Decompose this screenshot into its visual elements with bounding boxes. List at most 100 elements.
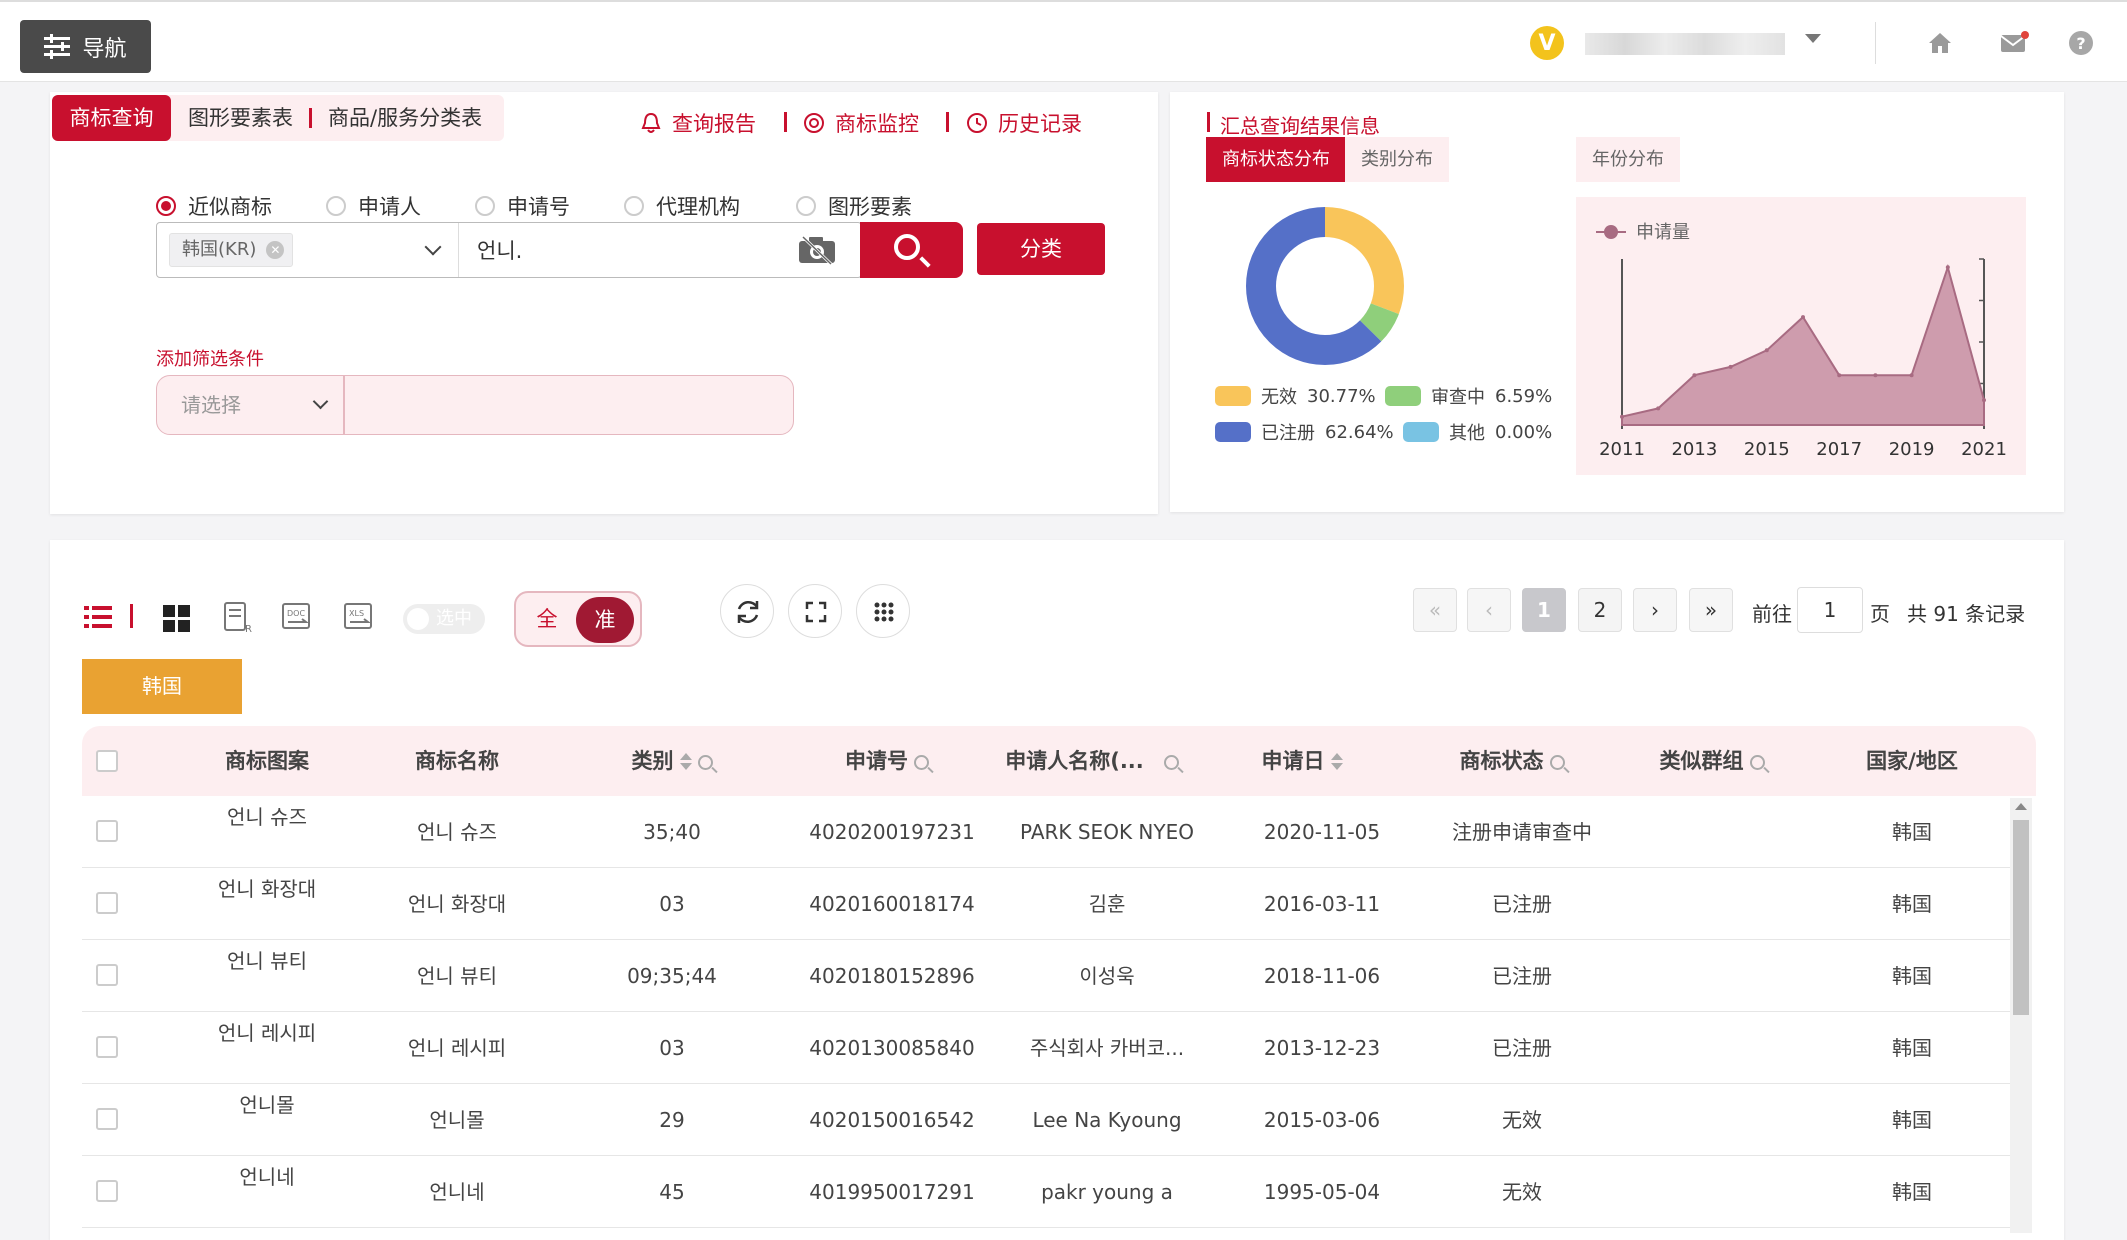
- help-icon[interactable]: ?: [2066, 28, 2096, 58]
- trademark-image-cell[interactable]: 언니몰: [162, 1084, 372, 1156]
- mail-icon[interactable]: [1998, 28, 2029, 58]
- col-header-similar-group[interactable]: 类似群组: [1612, 726, 1812, 796]
- search-icon[interactable]: [1549, 754, 1565, 770]
- user-dropdown-caret-icon[interactable]: [1805, 34, 1821, 43]
- application-number-cell: 4020150016542: [809, 1108, 975, 1132]
- data-point-2015[interactable]: [1764, 348, 1769, 353]
- prev-page-button[interactable]: ‹: [1467, 588, 1511, 632]
- country-select[interactable]: 韩国(KR) ✕: [157, 223, 459, 277]
- trademark-image-cell[interactable]: 언니 뷰티: [162, 940, 372, 1012]
- fullscreen-button[interactable]: [788, 584, 842, 638]
- columns-button[interactable]: [856, 584, 910, 638]
- table-row[interactable]: 언니 슈즈 언니 슈즈 35;40 4020200197231 PARK SEO…: [82, 796, 2010, 868]
- data-point-2014[interactable]: [1728, 364, 1733, 369]
- goto-page-input[interactable]: 1: [1797, 587, 1863, 633]
- mode-all-button[interactable]: 全: [522, 599, 572, 639]
- data-point-2017[interactable]: [1837, 373, 1842, 378]
- row-checkbox[interactable]: [96, 820, 118, 842]
- data-point-2012[interactable]: [1656, 406, 1661, 411]
- col-header-applicant[interactable]: 申请人名称(...: [982, 726, 1202, 796]
- search-button[interactable]: [860, 222, 963, 278]
- vip-badge-icon: V: [1530, 26, 1564, 60]
- trademark-image-cell[interactable]: 언니 화장대: [162, 868, 372, 940]
- refresh-button[interactable]: [720, 584, 774, 638]
- table-row[interactable]: 언니 뷰티 언니 뷰티 09;35;44 4020180152896 이성욱 2…: [82, 940, 2010, 1012]
- col-header-class[interactable]: 类别: [572, 726, 772, 796]
- search-input[interactable]: [475, 233, 775, 267]
- select-toggle[interactable]: 选中: [403, 604, 485, 634]
- image-search-camera-icon[interactable]: [797, 235, 837, 265]
- home-icon[interactable]: [1925, 28, 1955, 58]
- add-filter-label: 添加筛选条件: [156, 349, 264, 370]
- col-header-application-number[interactable]: 申请号: [782, 726, 992, 796]
- chevron-down-icon[interactable]: [424, 238, 442, 256]
- data-point-2011[interactable]: [1620, 414, 1624, 419]
- tab-class-distribution[interactable]: 类别分布: [1345, 137, 1449, 182]
- data-point-2013[interactable]: [1692, 373, 1697, 378]
- radio-applicant[interactable]: 申请人: [326, 191, 421, 221]
- trademark-image-cell[interactable]: 언니 레시피: [162, 1012, 372, 1084]
- radio-dot: [475, 196, 495, 216]
- tab-status-distribution[interactable]: 商标状态分布: [1206, 137, 1346, 182]
- last-page-button[interactable]: »: [1689, 588, 1733, 632]
- radio-similar-trademark[interactable]: 近似商标: [156, 191, 272, 221]
- report-export-icon[interactable]: R: [220, 600, 254, 634]
- tab-figure-elements[interactable]: 图形要素表: [188, 95, 293, 141]
- table-row[interactable]: 언니 레시피 언니 레시피 03 4020130085840 주식회사 카버코.…: [82, 1012, 2010, 1084]
- row-checkbox[interactable]: [96, 964, 118, 986]
- chevron-down-icon: [312, 393, 329, 410]
- scroll-up-arrow-icon[interactable]: [2015, 803, 2027, 810]
- list-view-icon[interactable]: [82, 600, 116, 634]
- row-checkbox[interactable]: [96, 1108, 118, 1130]
- remove-tag-icon[interactable]: ✕: [266, 241, 285, 259]
- sort-icon[interactable]: [679, 752, 692, 772]
- next-page-button[interactable]: ›: [1633, 588, 1677, 632]
- query-report-link[interactable]: 查询报告: [640, 108, 756, 138]
- row-checkbox[interactable]: [96, 892, 118, 914]
- radio-application-number[interactable]: 申请号: [475, 191, 570, 221]
- table-row[interactable]: 언니몰 언니몰 29 4020150016542 Lee Na Kyoung 2…: [82, 1084, 2010, 1156]
- username-blurred[interactable]: [1585, 33, 1785, 55]
- radio-agency[interactable]: 代理机构: [624, 191, 740, 221]
- radio-figure-element[interactable]: 图形要素: [796, 191, 912, 221]
- col-header-date[interactable]: 申请日: [1202, 726, 1402, 796]
- history-link[interactable]: 历史记录: [966, 108, 1082, 138]
- search-icon[interactable]: [914, 754, 929, 770]
- tab-goods-classification[interactable]: 商品/服务分类表: [328, 95, 482, 141]
- filter-select[interactable]: 请选择: [156, 375, 344, 435]
- page-button[interactable]: 1: [1522, 588, 1566, 632]
- page-button[interactable]: 2: [1578, 588, 1622, 632]
- classify-button[interactable]: 分类: [977, 223, 1105, 275]
- data-point-2018[interactable]: [1873, 373, 1878, 378]
- grid-view-icon[interactable]: [160, 600, 194, 634]
- tab-trademark-search[interactable]: 商标查询: [52, 95, 171, 141]
- mode-exact-button[interactable]: 准: [576, 597, 634, 643]
- table-row[interactable]: 언니 화장대 언니 화장대 03 4020160018174 김훈 2016-0…: [82, 868, 2010, 940]
- search-icon[interactable]: [697, 754, 713, 770]
- col-header-status[interactable]: 商标状态: [1402, 726, 1622, 796]
- data-point-2019[interactable]: [1909, 373, 1914, 378]
- data-point-2016[interactable]: [1801, 315, 1805, 320]
- nav-menu-button[interactable]: 导航: [20, 20, 151, 73]
- search-icon[interactable]: [1749, 754, 1765, 770]
- sort-icon[interactable]: [1330, 752, 1343, 772]
- row-checkbox[interactable]: [96, 1180, 118, 1202]
- legend-item-invalid: 无效 30.77%: [1215, 383, 1376, 409]
- data-point-2021[interactable]: [1982, 398, 1986, 403]
- search-icon[interactable]: [1163, 754, 1179, 770]
- row-checkbox[interactable]: [96, 1036, 118, 1058]
- trademark-monitor-link[interactable]: 商标监控: [803, 108, 919, 138]
- data-point-2020[interactable]: [1945, 265, 1950, 270]
- svg-text:DOC: DOC: [287, 609, 305, 618]
- trademark-image-cell[interactable]: 언니 슈즈: [162, 796, 372, 868]
- trademark-image-cell[interactable]: 언니네: [162, 1156, 372, 1228]
- country-filter-chip[interactable]: 韩国: [82, 659, 242, 714]
- table-row[interactable]: 언니네 언니네 45 4019950017291 pakr young a 19…: [82, 1156, 2010, 1228]
- first-page-button[interactable]: «: [1413, 588, 1457, 632]
- tab-year-distribution[interactable]: 年份分布: [1576, 137, 1680, 182]
- xls-export-icon[interactable]: XLS: [342, 600, 376, 634]
- doc-export-icon[interactable]: DOC: [280, 600, 314, 634]
- scrollbar-thumb[interactable]: [2013, 820, 2029, 1015]
- filter-value-input[interactable]: [344, 375, 794, 435]
- select-all-checkbox[interactable]: [96, 750, 118, 772]
